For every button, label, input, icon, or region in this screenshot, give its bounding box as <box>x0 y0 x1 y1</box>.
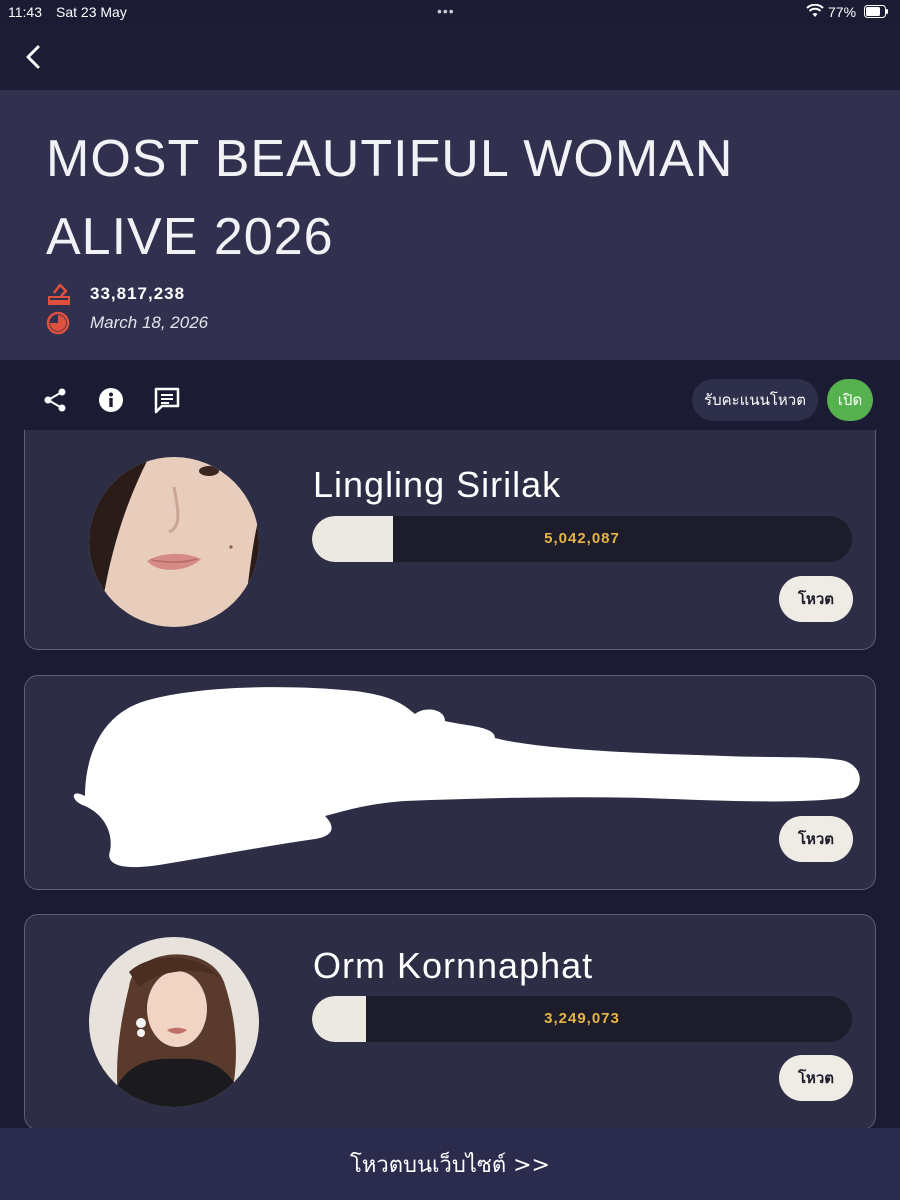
battery-icon <box>864 5 888 18</box>
back-chevron-icon[interactable] <box>22 44 44 70</box>
status-date: Sat 23 May <box>56 4 127 20</box>
vote-count: 5,042,087 <box>544 530 620 547</box>
multitask-dots-icon[interactable]: ••• <box>437 3 455 19</box>
total-votes-count: 33,817,238 <box>90 284 186 303</box>
candidate-card: Lingling Sirilak 5,042,087 โหวต <box>24 430 876 650</box>
vote-count: 3,249,073 <box>544 1010 620 1027</box>
poll-date-row: March 18, 2026 <box>46 311 208 335</box>
vote-button[interactable]: โหวต <box>779 576 853 622</box>
clock-icon <box>46 311 70 335</box>
action-bar: รับคะแนนโหวต เปิด <box>0 360 900 440</box>
candidate-name: Orm Kornnaphat <box>313 945 594 986</box>
status-bar: 11:43 Sat 23 May ••• 77% <box>0 0 900 24</box>
accept-votes-label: รับคะแนนโหวต <box>692 379 818 421</box>
poll-title: MOST BEAUTIFUL WOMAN ALIVE 2026 <box>46 130 734 266</box>
vote-progress-bar: 3,249,073 <box>312 996 852 1042</box>
top-navigation-bar <box>0 24 900 90</box>
poll-date: March 18, 2026 <box>90 313 209 332</box>
candidate-avatar <box>89 937 259 1107</box>
status-time: 11:43 <box>8 4 42 20</box>
vote-on-website-link[interactable]: โหวตบนเว็บไซต์ >> <box>0 1128 900 1200</box>
ballot-box-icon <box>48 283 70 305</box>
total-votes-row: 33,817,238 <box>46 282 185 306</box>
wifi-icon <box>806 4 824 17</box>
battery-percentage: 77% <box>828 4 857 20</box>
comment-icon[interactable] <box>153 386 181 414</box>
poll-header: MOST BEAUTIFUL WOMAN ALIVE 2026 33,817,2… <box>0 90 900 360</box>
candidate-card: Orm Kornnaphat 3,249,073 โหวต <box>24 914 876 1130</box>
info-icon[interactable] <box>97 386 125 414</box>
share-icon[interactable] <box>41 386 69 414</box>
candidate-card: โหวต <box>24 675 876 890</box>
vote-button[interactable]: โหวต <box>779 1055 853 1101</box>
candidate-avatar <box>89 457 259 627</box>
vote-button[interactable]: โหวต <box>779 816 853 862</box>
redaction-scribble <box>73 687 860 868</box>
open-voting-toggle[interactable]: เปิด <box>827 379 873 421</box>
vote-progress-bar: 5,042,087 <box>312 516 852 562</box>
candidate-name: Lingling Sirilak <box>313 464 562 505</box>
